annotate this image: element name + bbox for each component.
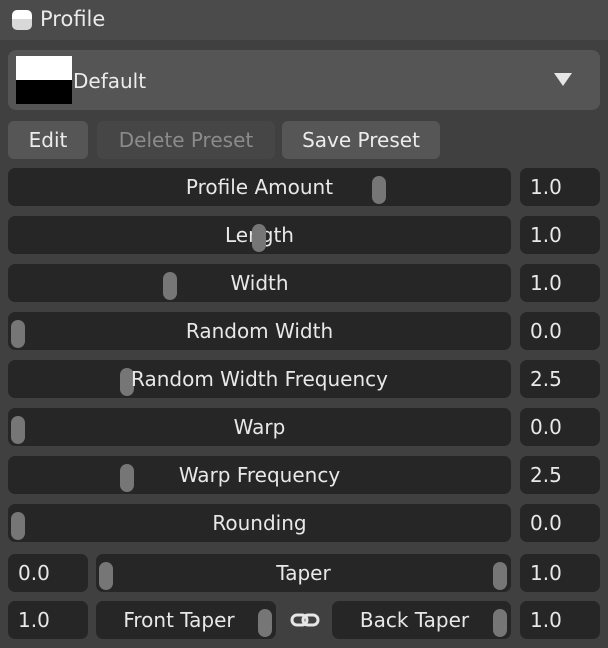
slider-label: Random Width Frequency bbox=[131, 367, 388, 391]
window-title: Profile bbox=[40, 7, 106, 31]
random-width-value[interactable]: 0.0 bbox=[520, 312, 600, 350]
window-icon bbox=[12, 10, 32, 30]
taper-end-value[interactable]: 1.0 bbox=[520, 554, 600, 592]
warp-slider[interactable]: Warp bbox=[8, 408, 511, 446]
front-taper-slider[interactable]: Front Taper bbox=[96, 601, 276, 639]
back-taper-value[interactable]: 1.0 bbox=[520, 601, 600, 639]
random-width-slider[interactable]: Random Width bbox=[8, 312, 511, 350]
width-slider[interactable]: Width bbox=[8, 264, 511, 302]
profile-amount-slider[interactable]: Profile Amount bbox=[8, 168, 511, 206]
width-value[interactable]: 1.0 bbox=[520, 264, 600, 302]
slider-label: Profile Amount bbox=[185, 175, 334, 199]
slider-handle[interactable] bbox=[11, 320, 25, 348]
title-bar: Profile bbox=[0, 0, 608, 40]
slider-label: Warp Frequency bbox=[178, 463, 341, 487]
back-taper-slider[interactable]: Back Taper bbox=[332, 601, 511, 639]
rounding-value[interactable]: 0.0 bbox=[520, 504, 600, 542]
length-slider[interactable]: Length bbox=[8, 216, 511, 254]
taper-start-handle[interactable] bbox=[99, 562, 113, 590]
slider-handle[interactable] bbox=[372, 176, 386, 204]
warp-value[interactable]: 0.0 bbox=[520, 408, 600, 446]
preset-name: Default bbox=[73, 69, 147, 93]
chevron-down-icon[interactable] bbox=[554, 73, 572, 86]
profile-panel: Profile Default Edit Delete Preset Save … bbox=[0, 0, 608, 648]
save-preset-button[interactable]: Save Preset bbox=[282, 121, 440, 159]
random-width-frequency-value[interactable]: 2.5 bbox=[520, 360, 600, 398]
warp-frequency-slider[interactable]: Warp Frequency bbox=[8, 456, 511, 494]
rounding-slider[interactable]: Rounding bbox=[8, 504, 511, 542]
profile-amount-value[interactable]: 1.0 bbox=[520, 168, 600, 206]
slider-label: Width bbox=[230, 271, 289, 295]
slider-handle[interactable] bbox=[163, 272, 177, 300]
taper-start-value[interactable]: 0.0 bbox=[8, 554, 88, 592]
slider-label: Rounding bbox=[212, 511, 307, 535]
slider-handle[interactable] bbox=[11, 512, 25, 540]
delete-preset-button[interactable]: Delete Preset bbox=[97, 121, 275, 159]
slider-handle[interactable] bbox=[252, 224, 266, 252]
taper-end-handle[interactable] bbox=[493, 562, 507, 590]
slider-label: Random Width bbox=[185, 319, 334, 343]
random-width-frequency-slider[interactable]: Random Width Frequency bbox=[8, 360, 511, 398]
slider-label: Taper bbox=[276, 561, 331, 585]
preset-thumbnail bbox=[16, 56, 72, 104]
slider-label: Back Taper bbox=[359, 608, 470, 632]
preset-dropdown[interactable]: Default bbox=[8, 50, 600, 110]
slider-handle[interactable] bbox=[11, 416, 25, 444]
slider-label: Front Taper bbox=[123, 608, 235, 632]
front-taper-value[interactable]: 1.0 bbox=[8, 601, 88, 639]
chain-link-icon[interactable] bbox=[290, 612, 320, 628]
length-value[interactable]: 1.0 bbox=[520, 216, 600, 254]
slider-label: Warp bbox=[233, 415, 286, 439]
slider-handle[interactable] bbox=[258, 609, 272, 637]
warp-frequency-value[interactable]: 2.5 bbox=[520, 456, 600, 494]
slider-handle[interactable] bbox=[493, 609, 507, 637]
edit-button[interactable]: Edit bbox=[8, 121, 88, 159]
taper-slider[interactable]: Taper bbox=[96, 554, 511, 592]
